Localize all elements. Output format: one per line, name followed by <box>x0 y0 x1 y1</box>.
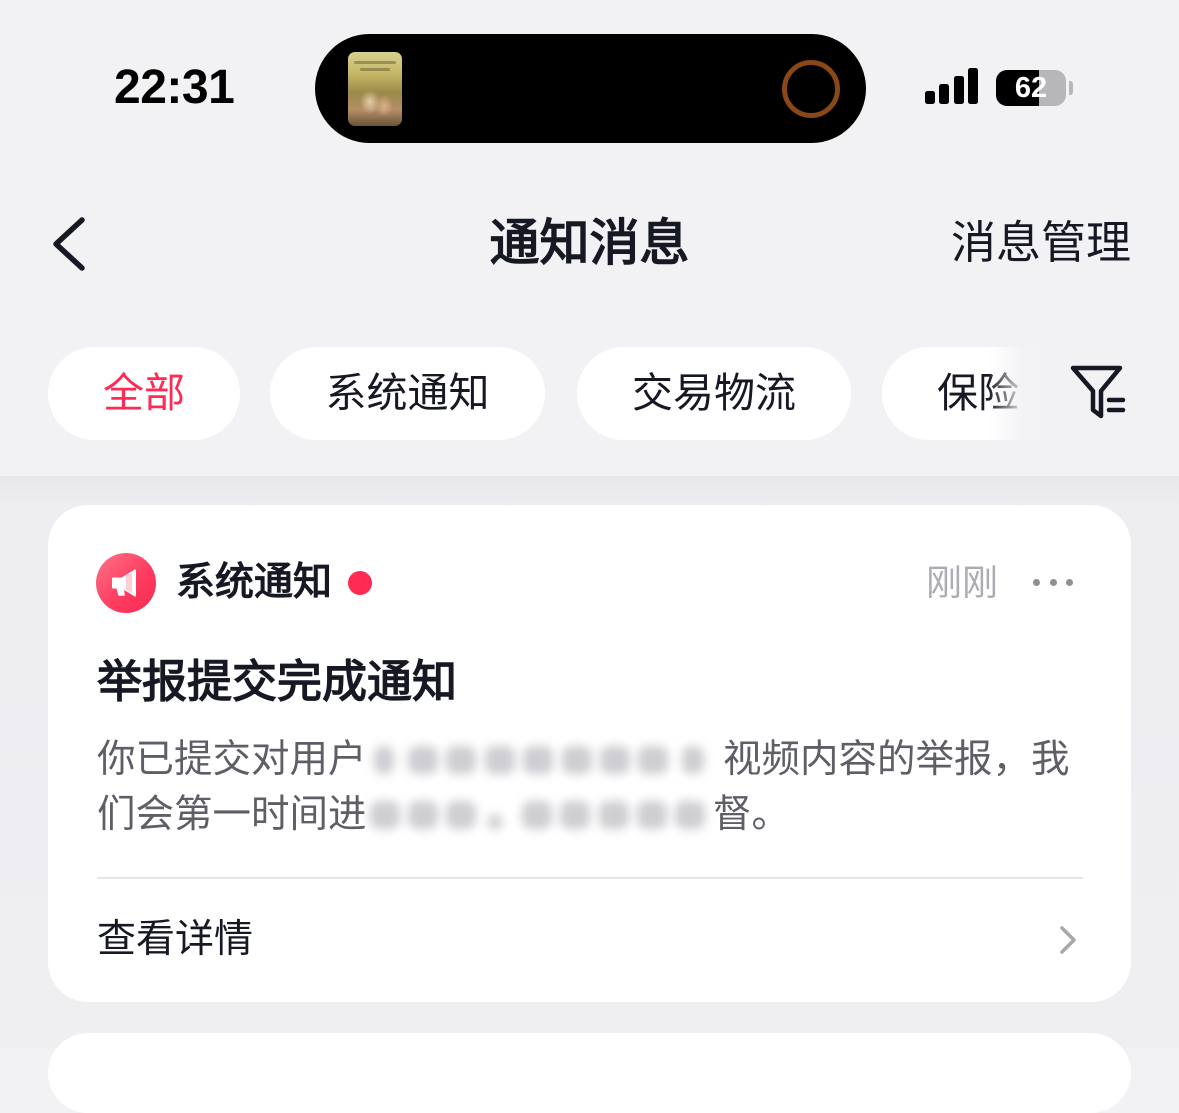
redacted-username-blur <box>366 733 723 787</box>
blur-blob <box>682 746 704 774</box>
blur-blob <box>485 746 515 774</box>
notification-card[interactable]: 系统通知 刚刚 举报提交完成通知 你已提交对用户 视频内容的举报，我 们会第一时… <box>48 505 1131 1002</box>
blur-blob <box>560 801 590 829</box>
signal-bar <box>968 68 978 104</box>
blur-blob <box>638 746 668 774</box>
dot <box>1033 579 1040 586</box>
blur-blob <box>523 746 553 774</box>
battery-percent: 62 <box>1014 72 1048 104</box>
tab-trade-logistics[interactable]: 交易物流 <box>577 347 851 440</box>
tab-all[interactable]: 全部 <box>48 347 240 440</box>
activity-ring-icon[interactable] <box>782 60 840 118</box>
filter-button[interactable] <box>1068 362 1128 424</box>
blur-blob <box>408 801 438 829</box>
dot <box>1066 579 1073 586</box>
card-divider <box>97 877 1083 879</box>
blur-blob <box>446 801 476 829</box>
message-management-link[interactable]: 消息管理 <box>951 215 1131 271</box>
unread-dot <box>348 571 372 595</box>
battery-cap <box>1069 81 1073 95</box>
filter-tabs: 全部 系统通知 交易物流 保险 <box>0 347 1050 441</box>
notification-category: 系统通知 <box>176 561 333 604</box>
redacted-text-blur <box>366 788 713 842</box>
blur-blob <box>370 801 400 829</box>
body-line-1-start: 你已提交对用户 <box>97 738 367 781</box>
battery-icon: 62 <box>996 70 1066 106</box>
tab-system-notice[interactable]: 系统通知 <box>270 347 545 440</box>
category-avatar <box>96 553 156 613</box>
cellular-signal-icon <box>924 68 980 104</box>
blur-blob <box>599 801 629 829</box>
more-options-button[interactable] <box>1028 568 1078 598</box>
blur-blob <box>600 746 630 774</box>
artwork-detail <box>354 61 396 64</box>
blur-blob <box>675 801 705 829</box>
dot <box>1049 579 1057 586</box>
blur-blob <box>408 746 438 774</box>
view-details-link[interactable]: 查看详情 <box>97 913 253 967</box>
signal-bar <box>954 76 964 104</box>
blur-blob <box>522 801 552 829</box>
filter-icon <box>1070 365 1126 419</box>
blur-blob <box>446 746 476 774</box>
body-line-2-end: 督。 <box>713 793 791 836</box>
status-time: 22:31 <box>114 61 235 114</box>
signal-bar <box>939 84 949 104</box>
dynamic-island[interactable] <box>315 34 866 143</box>
megaphone-icon <box>112 569 136 597</box>
signal-bar <box>925 91 935 104</box>
blur-blob <box>637 801 667 829</box>
body-line-2-start: 们会第一时间进 <box>97 793 367 836</box>
notification-time: 刚刚 <box>925 562 998 603</box>
body-line-1-end: 视频内容的举报，我 <box>723 738 1070 781</box>
now-playing-artwork[interactable] <box>348 52 402 126</box>
blur-blob <box>562 746 592 774</box>
tabs-fade-overlay <box>988 347 1050 441</box>
artwork-detail <box>360 68 390 71</box>
notification-title: 举报提交完成通知 <box>97 656 458 707</box>
blur-blob <box>488 814 502 830</box>
notification-card-next[interactable] <box>48 1033 1131 1113</box>
blur-blob <box>374 746 394 774</box>
chevron-right-icon[interactable] <box>1056 923 1080 957</box>
